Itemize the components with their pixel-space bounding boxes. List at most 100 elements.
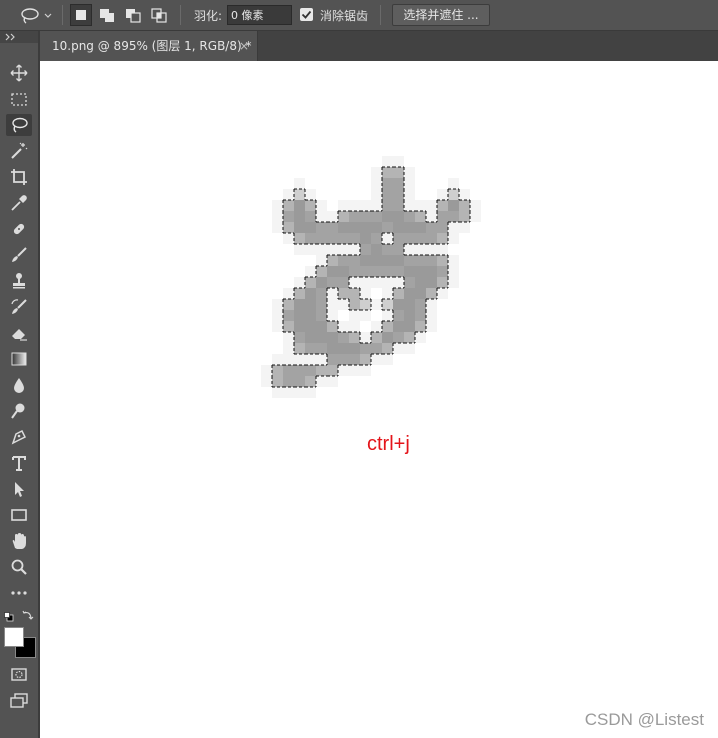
document-canvas[interactable]: ctrl+j CSDN @Listest	[40, 61, 718, 738]
pixel	[371, 266, 382, 277]
pixel	[305, 211, 316, 222]
swap-colors-button[interactable]	[22, 609, 34, 621]
magic-wand-tool[interactable]	[6, 140, 32, 162]
magic-wand-icon	[11, 142, 28, 159]
pixel	[393, 321, 404, 332]
pixel	[305, 365, 316, 376]
pixel	[426, 255, 437, 266]
pixel	[327, 255, 338, 266]
feather-input[interactable]	[227, 5, 292, 25]
more-tools-button[interactable]	[6, 582, 32, 604]
pixel	[338, 211, 349, 222]
pixel	[349, 354, 360, 365]
gradient-tool[interactable]	[6, 348, 32, 370]
panel-collapse-grip[interactable]	[0, 31, 38, 43]
crop-tool[interactable]	[6, 166, 32, 188]
pixel	[415, 233, 426, 244]
pixel	[415, 277, 426, 288]
pixel	[437, 200, 448, 211]
pixel	[393, 211, 404, 222]
pixel	[426, 222, 437, 233]
pixel	[360, 266, 371, 277]
marquee-tool[interactable]	[6, 88, 32, 110]
pixel	[305, 332, 316, 343]
clone-stamp-tool[interactable]	[6, 270, 32, 292]
hand-tool[interactable]	[6, 530, 32, 552]
pixel	[327, 277, 338, 288]
dodge-tool[interactable]	[6, 400, 32, 422]
add-to-selection-button[interactable]	[96, 4, 118, 26]
path-selection-tool[interactable]	[6, 478, 32, 500]
pixel	[349, 255, 360, 266]
pixel	[360, 244, 371, 255]
pixel	[294, 189, 305, 200]
pixel	[415, 211, 426, 222]
pixel	[294, 233, 305, 244]
pixel	[305, 376, 316, 387]
rectangle-tool[interactable]	[6, 504, 32, 526]
pixel	[272, 365, 283, 376]
pen-icon	[11, 429, 27, 445]
pixel	[393, 178, 404, 189]
document-tab-title: 10.png @ 895% (图层 1, RGB/8) *	[52, 39, 252, 53]
brush-icon	[12, 247, 27, 262]
lasso-tool[interactable]	[6, 114, 32, 136]
pixel	[338, 233, 349, 244]
pixel	[349, 211, 360, 222]
pixel	[415, 321, 426, 332]
pixel	[371, 255, 382, 266]
default-colors-button[interactable]	[4, 611, 14, 622]
pixel	[283, 211, 294, 222]
history-brush-icon	[11, 299, 27, 314]
marquee-icon	[11, 93, 27, 106]
pixel	[338, 288, 349, 299]
history-brush-tool[interactable]	[6, 296, 32, 318]
document-tab[interactable]: 10.png @ 895% (图层 1, RGB/8) * ×	[40, 31, 258, 61]
pixel	[371, 222, 382, 233]
pixel	[316, 233, 327, 244]
close-icon[interactable]: ×	[239, 31, 249, 61]
eyedropper-icon	[11, 195, 27, 211]
pixel	[404, 299, 415, 310]
pixel	[404, 211, 415, 222]
pixel	[283, 222, 294, 233]
pixel	[327, 222, 338, 233]
pixel	[305, 310, 316, 321]
type-tool[interactable]	[6, 452, 32, 474]
new-selection-button[interactable]	[70, 4, 92, 26]
pixel	[382, 222, 393, 233]
pixel	[415, 255, 426, 266]
intersect-selection-button[interactable]	[148, 4, 170, 26]
subtract-from-selection-button[interactable]	[122, 4, 144, 26]
zoom-tool[interactable]	[6, 556, 32, 578]
antialias-checkbox[interactable]	[300, 8, 313, 21]
pixel	[382, 255, 393, 266]
more-tools-icon	[11, 591, 27, 595]
quick-mask-button[interactable]	[6, 663, 32, 685]
pixel	[437, 266, 448, 277]
pixel	[316, 365, 327, 376]
clone-stamp-icon	[13, 273, 25, 289]
pixel	[382, 244, 393, 255]
pixel	[404, 255, 415, 266]
healing-brush-tool[interactable]	[6, 218, 32, 240]
pixel	[327, 343, 338, 354]
pixel	[294, 200, 305, 211]
path-selection-icon	[15, 482, 24, 497]
watermark-text: CSDN @Listest	[584, 710, 704, 729]
move-tool[interactable]	[6, 62, 32, 84]
screen-mode-button[interactable]	[6, 689, 32, 711]
pen-tool[interactable]	[6, 426, 32, 448]
brush-tool[interactable]	[6, 244, 32, 266]
pixel	[415, 299, 426, 310]
lasso-preset-picker[interactable]	[18, 6, 56, 28]
blur-tool[interactable]	[6, 374, 32, 396]
pixel	[393, 222, 404, 233]
eyedropper-tool[interactable]	[6, 192, 32, 214]
pixel	[426, 288, 437, 299]
pixel	[294, 332, 305, 343]
select-and-mask-button[interactable]: 选择并遮住 ...	[392, 4, 490, 26]
pixel	[393, 266, 404, 277]
eraser-tool[interactable]	[6, 322, 32, 344]
foreground-color-swatch[interactable]	[4, 627, 24, 647]
